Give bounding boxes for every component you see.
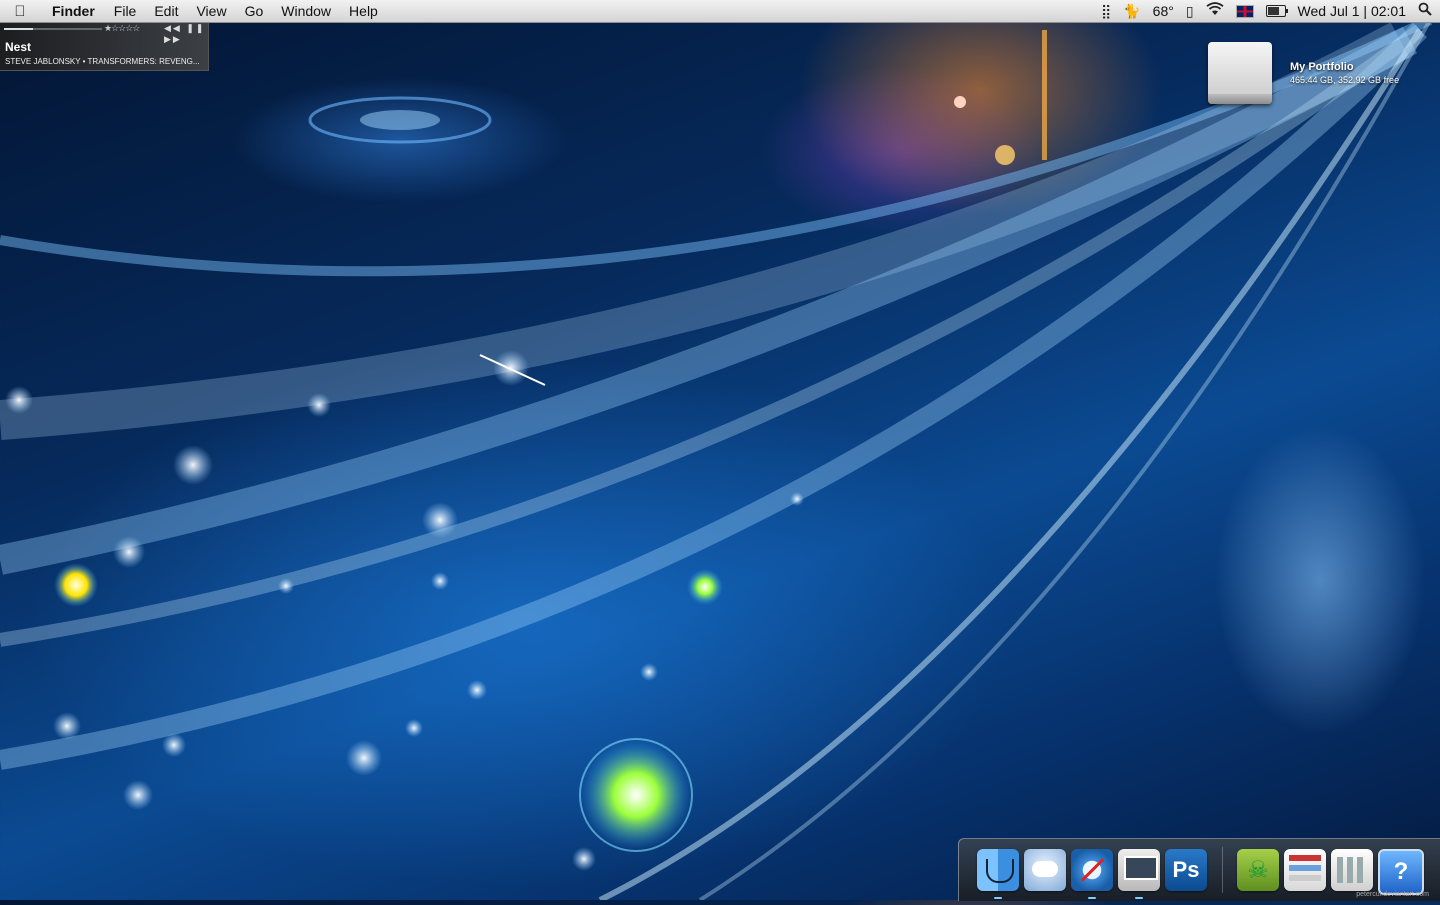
drive-label[interactable]: My Portfolio 465.44 GB, 352.92 GB free <box>1290 61 1399 85</box>
dock-item-safari[interactable] <box>1069 847 1115 899</box>
dock-item-document-2[interactable] <box>1329 847 1375 893</box>
dock-item-photoshop[interactable]: Ps <box>1163 847 1209 893</box>
apple-icon[interactable]:  <box>0 3 40 20</box>
uk-flag-icon[interactable] <box>1235 4 1254 18</box>
track-rating-stars[interactable]: ★☆☆☆☆ <box>104 23 140 34</box>
menu-go[interactable]: Go <box>236 0 273 22</box>
menu-file[interactable]: File <box>105 0 146 22</box>
cat-icon[interactable]: 🐈 <box>1123 0 1140 22</box>
drive-capacity-info: 465.44 GB, 352.92 GB free <box>1290 75 1400 85</box>
drive-name: My Portfolio <box>1290 61 1354 73</box>
desktop-wallpaper <box>0 0 1440 903</box>
now-playing-widget[interactable]: ★☆☆☆☆ ◀◀ ❚❚ ▶▶ Nest STEVE JABLONSKY • TR… <box>0 22 209 71</box>
running-indicator <box>994 897 1002 899</box>
track-artist-album: STEVE JABLONSKY • TRANSFORMERS: REVENG..… <box>5 57 200 66</box>
wifi-icon[interactable] <box>1205 0 1224 22</box>
menu-window[interactable]: Window <box>272 0 340 22</box>
clock-date-time[interactable]: Wed Jul 1 | 02:01 <box>1298 3 1406 19</box>
playback-controls[interactable]: ◀◀ ❚❚ ▶▶ <box>164 23 208 45</box>
help-icon: ? <box>1378 849 1424 895</box>
webpage-doc-icon <box>1284 849 1326 891</box>
dock-separator <box>1222 847 1223 893</box>
running-indicator <box>1088 897 1096 899</box>
space-wallpaper-art <box>0 15 1433 903</box>
dock: Ps ☠ ? petercui.deviantart.com <box>958 838 1440 901</box>
running-indicator <box>1135 897 1143 899</box>
dock-credit: petercui.deviantart.com <box>1356 891 1429 898</box>
menu-view[interactable]: View <box>187 0 235 22</box>
photoshop-icon: Ps <box>1165 849 1207 891</box>
track-progress-bar[interactable] <box>4 28 102 30</box>
usb-icon[interactable]: ▯ <box>1186 0 1194 22</box>
spotlight-icon[interactable] <box>1418 0 1432 22</box>
columns-doc-icon <box>1331 849 1373 891</box>
dock-item-help[interactable]: ? <box>1376 847 1424 895</box>
hard-drive-icon[interactable] <box>1206 38 1274 110</box>
dock-item-screen-sharing[interactable] <box>1116 847 1162 899</box>
battery-icon[interactable] <box>1265 5 1288 17</box>
pirate-icon: ☠ <box>1237 849 1279 891</box>
menu-bar:  Finder File Edit View Go Window Help ⣿… <box>0 0 1440 23</box>
ichat-icon <box>1024 849 1066 891</box>
menu-help[interactable]: Help <box>340 0 387 22</box>
track-title: Nest <box>5 40 32 54</box>
menu-edit[interactable]: Edit <box>145 0 187 22</box>
dock-item-document[interactable] <box>1282 847 1328 893</box>
temperature-readout[interactable]: 68° <box>1153 3 1174 19</box>
finder-icon <box>977 849 1019 891</box>
menu-extras-icon[interactable]: ⣿ <box>1101 0 1111 22</box>
dock-item-ichat[interactable] <box>1022 847 1068 893</box>
menu-app-finder[interactable]: Finder <box>40 0 105 22</box>
dock-item-transmission[interactable]: ☠ <box>1235 847 1281 893</box>
monitor-icon <box>1118 849 1160 891</box>
safari-icon <box>1071 849 1113 891</box>
dock-item-finder[interactable] <box>975 847 1021 899</box>
